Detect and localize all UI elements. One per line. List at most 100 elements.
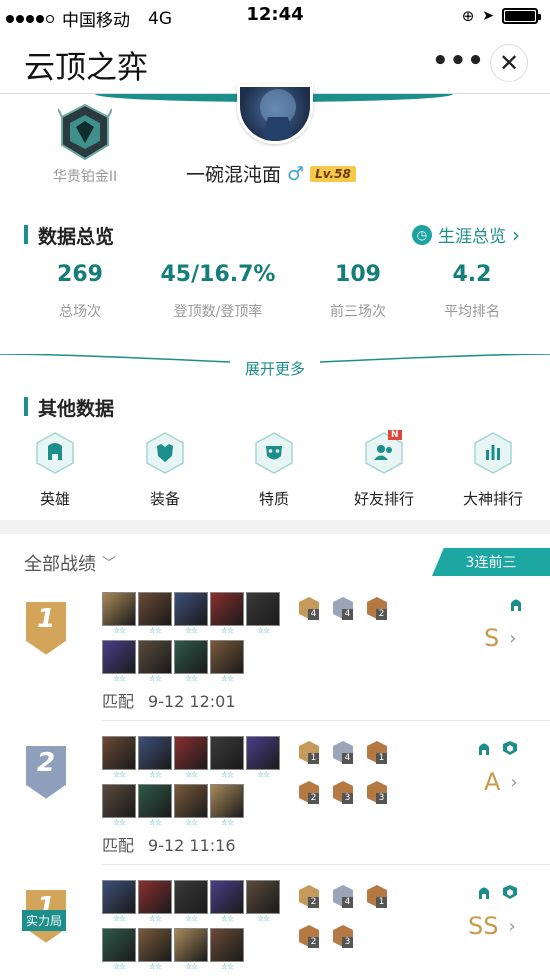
star-rating-icon: ☆☆ [148,962,162,971]
other-item-top-players[interactable]: 大神排行 [453,432,533,509]
champion-portrait[interactable]: ☆☆ [210,784,244,827]
champion-row: ☆☆ ☆☆ ☆☆ ☆☆ ☆☆ [102,736,280,779]
shield-icon [502,884,518,900]
stat-top1: 45/16.7% 登顶数/登顶率 [148,262,288,321]
career-overview-link[interactable]: ◷ 生涯总览 › [412,222,520,247]
stat-value: 269 [57,262,103,287]
career-link-label: 生涯总览 [438,227,506,247]
trait-hex-icon[interactable]: 3 [332,924,354,948]
trait-hex-icon[interactable]: 4 [332,884,354,908]
champion-portrait[interactable]: ☆☆ [138,928,172,971]
trait-hex-icon[interactable]: 2 [298,780,320,804]
stat-label: 登顶数/登顶率 [173,304,263,320]
trait-hex-icon[interactable]: 3 [332,780,354,804]
champion-portrait[interactable]: ☆☆ [210,592,244,635]
trait-hex-icon[interactable]: 2 [298,884,320,908]
stat-avg-rank: 4.2 平均排名 [432,262,512,321]
trait-hex-icon[interactable]: 1 [298,740,320,764]
trait-count: 4 [342,897,353,908]
helmet-icon [508,596,524,612]
trait-hex-icon[interactable]: 1 [366,884,388,908]
match-row[interactable]: 1 ☆☆ ☆☆ ☆☆ ☆☆ ☆☆ ☆☆ ☆☆ ☆☆ ☆☆ 4 4 2 匹配 9-12 12:01 S › [0,592,550,732]
star-rating-icon: ☆☆ [148,914,162,923]
trait-hex-icon[interactable]: 3 [366,780,388,804]
champion-portrait[interactable]: ☆☆ [138,784,172,827]
champion-portrait[interactable]: ☆☆ [174,592,208,635]
avatar[interactable] [237,84,313,144]
champion-portrait[interactable]: ☆☆ [102,928,136,971]
star-rating-icon: ☆☆ [148,818,162,827]
shield-icon [502,740,518,756]
star-rating-icon: ☆☆ [148,626,162,635]
trait-hex-icon[interactable]: 4 [298,596,320,620]
champion-portrait[interactable]: ☆☆ [210,736,244,779]
trait-hex-icon[interactable]: 4 [332,596,354,620]
trait-count: 3 [376,793,387,804]
champion-portrait[interactable]: ☆☆ [174,928,208,971]
close-button[interactable]: ✕ [490,44,528,82]
match-row[interactable]: 2 ☆☆ ☆☆ ☆☆ ☆☆ ☆☆ ☆☆ ☆☆ ☆☆ ☆☆ 1 4 1 2 3 3 匹配 9-12 11:16 A › [0,736,550,876]
champion-portrait[interactable]: ☆☆ [138,880,172,923]
match-grade-link[interactable]: SS › [468,912,516,940]
champion-portrait[interactable]: ☆☆ [246,736,280,779]
trait-list: 4 4 2 [298,596,388,636]
champion-portrait[interactable]: ☆☆ [102,592,136,635]
match-meta: 匹配 9-12 11:16 [102,832,236,856]
chevron-right-icon: › [509,627,517,649]
champion-portrait[interactable]: ☆☆ [246,880,280,923]
star-rating-icon: ☆☆ [256,914,270,923]
champion-portrait[interactable]: ☆☆ [138,592,172,635]
champion-portrait[interactable]: ☆☆ [102,880,136,923]
star-rating-icon: ☆☆ [112,770,126,779]
other-item-traits[interactable]: 特质 [234,432,314,509]
stat-label: 前三场次 [330,304,386,320]
champion-portrait[interactable]: ☆☆ [174,640,208,683]
section-separator [0,520,550,534]
other-item-label: 特质 [258,490,289,508]
clock-icon: ◷ [412,224,432,245]
champion-portrait[interactable]: ☆☆ [210,928,244,971]
other-item-label: 装备 [149,490,180,508]
champion-portrait[interactable]: ☆☆ [102,736,136,779]
other-item-items[interactable]: 装备 [125,432,205,509]
champion-portrait[interactable]: ☆☆ [174,736,208,779]
trait-hex-icon[interactable]: 1 [366,740,388,764]
history-title: 全部战绩 [24,554,96,575]
overview-title: 数据总览 [24,222,114,249]
trait-hex-icon[interactable]: 2 [366,596,388,620]
champion-portrait[interactable]: ☆☆ [210,880,244,923]
trait-hex-icon[interactable]: 2 [298,924,320,948]
star-rating-icon: ☆☆ [112,626,126,635]
rank-emblem-icon [58,103,112,161]
history-filter[interactable]: 全部战绩 ﹀ [24,550,116,576]
placement-badge: 2 [24,744,68,802]
champion-portrait[interactable]: ☆☆ [246,592,280,635]
status-bar: 中国移动 4G 12:44 ⊕ ➤ [0,0,550,32]
expand-more-button[interactable]: 展开更多 [0,358,550,379]
champion-portrait[interactable]: ☆☆ [102,784,136,827]
other-item-heroes[interactable]: 英雄 [15,432,95,509]
match-row[interactable]: 1 实力局 ☆☆ ☆☆ ☆☆ ☆☆ ☆☆ ☆☆ ☆☆ ☆☆ ☆☆ 2 4 1 2 3 SS › [0,880,550,978]
more-button[interactable]: ••• [432,46,485,76]
battery-icon [502,8,541,24]
champion-portrait[interactable]: ☆☆ [210,640,244,683]
match-grade: A [484,768,501,796]
rank-label: 华贵铂金II [52,169,118,185]
stat-value: 109 [335,262,381,287]
champion-portrait[interactable]: ☆☆ [138,640,172,683]
stat-value: 4.2 [452,262,492,287]
other-item-friends-rank[interactable]: N 好友排行 [344,430,424,509]
match-grade-link[interactable]: A › [484,768,518,796]
stat-total: 269 总场次 [42,262,118,321]
star-rating-icon: ☆☆ [220,626,234,635]
champion-portrait[interactable]: ☆☆ [102,640,136,683]
male-icon: ♂ [287,162,305,185]
other-data-grid: 英雄 装备 特质 N 好友排行 大神排行 [0,430,550,512]
champion-portrait[interactable]: ☆☆ [174,784,208,827]
match-mode: 匹配 [102,692,135,711]
match-grade: S [484,624,500,652]
champion-portrait[interactable]: ☆☆ [138,736,172,779]
champion-portrait[interactable]: ☆☆ [174,880,208,923]
match-grade-link[interactable]: S › [484,624,516,652]
trait-hex-icon[interactable]: 4 [332,740,354,764]
